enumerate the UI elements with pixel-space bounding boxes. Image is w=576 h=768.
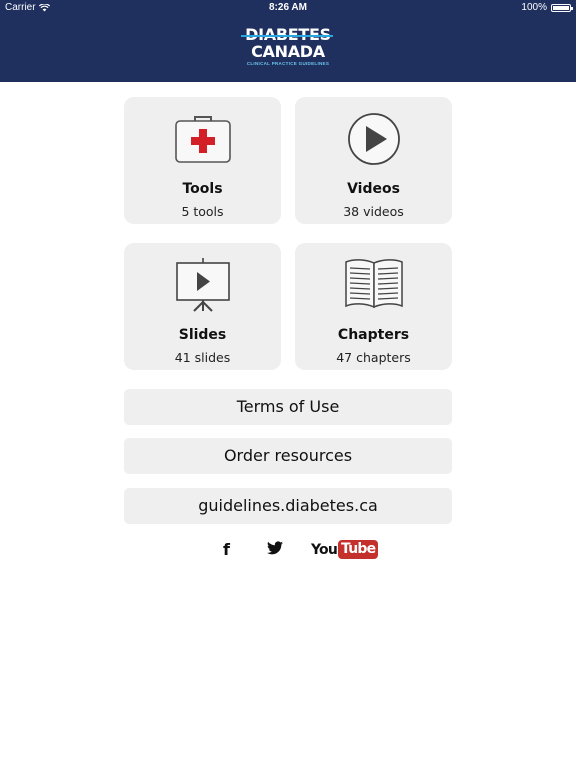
youtube-you-text: You: [311, 541, 338, 558]
twitter-icon[interactable]: [267, 541, 283, 555]
tile-videos-count: 38 videos: [343, 204, 404, 219]
social-links: f You Tube: [0, 538, 576, 562]
youtube-tube-text: Tube: [338, 540, 379, 559]
order-resources-button[interactable]: Order resources: [124, 438, 452, 474]
tile-slides-label: Slides: [178, 327, 227, 343]
battery-icon: [551, 4, 573, 12]
open-book-icon: [295, 257, 452, 311]
tile-slides[interactable]: Slides 41 slides: [124, 243, 281, 370]
battery-percent: 100%: [521, 2, 547, 13]
tile-chapters-count: 47 chapters: [336, 350, 411, 365]
diabetes-canada-logo: DIABETES CANADA CLINICAL PRACTICE GUIDEL…: [0, 27, 576, 67]
tile-tools-label: Tools: [182, 181, 223, 197]
status-bar: Carrier 8:26 AM 100%: [0, 0, 576, 16]
website-link-button[interactable]: guidelines.diabetes.ca: [124, 488, 452, 524]
tile-tools[interactable]: Tools 5 tools: [124, 97, 281, 224]
status-time: 8:26 AM: [269, 2, 307, 13]
tile-videos-label: Videos: [347, 181, 400, 197]
logo-line2: CANADA: [251, 42, 325, 61]
tile-chapters-label: Chapters: [337, 327, 410, 343]
tile-chapters[interactable]: Chapters 47 chapters: [295, 243, 452, 370]
terms-of-use-button[interactable]: Terms of Use: [124, 389, 452, 425]
app-header: Carrier 8:26 AM 100% DIABETES CANADA CLI…: [0, 0, 576, 82]
tile-tools-count: 5 tools: [181, 204, 224, 219]
status-right: 100%: [521, 0, 573, 16]
logo-subtitle: CLINICAL PRACTICE GUIDELINES: [246, 61, 330, 66]
facebook-icon[interactable]: f: [223, 540, 230, 559]
tile-videos[interactable]: Videos 38 videos: [295, 97, 452, 224]
youtube-icon[interactable]: You Tube: [311, 540, 379, 559]
presentation-easel-icon: [124, 257, 281, 312]
tile-slides-count: 41 slides: [174, 350, 231, 365]
logo-line1: DIABETES: [241, 25, 333, 44]
play-circle-icon: [295, 111, 452, 165]
first-aid-kit-icon: [124, 111, 281, 165]
